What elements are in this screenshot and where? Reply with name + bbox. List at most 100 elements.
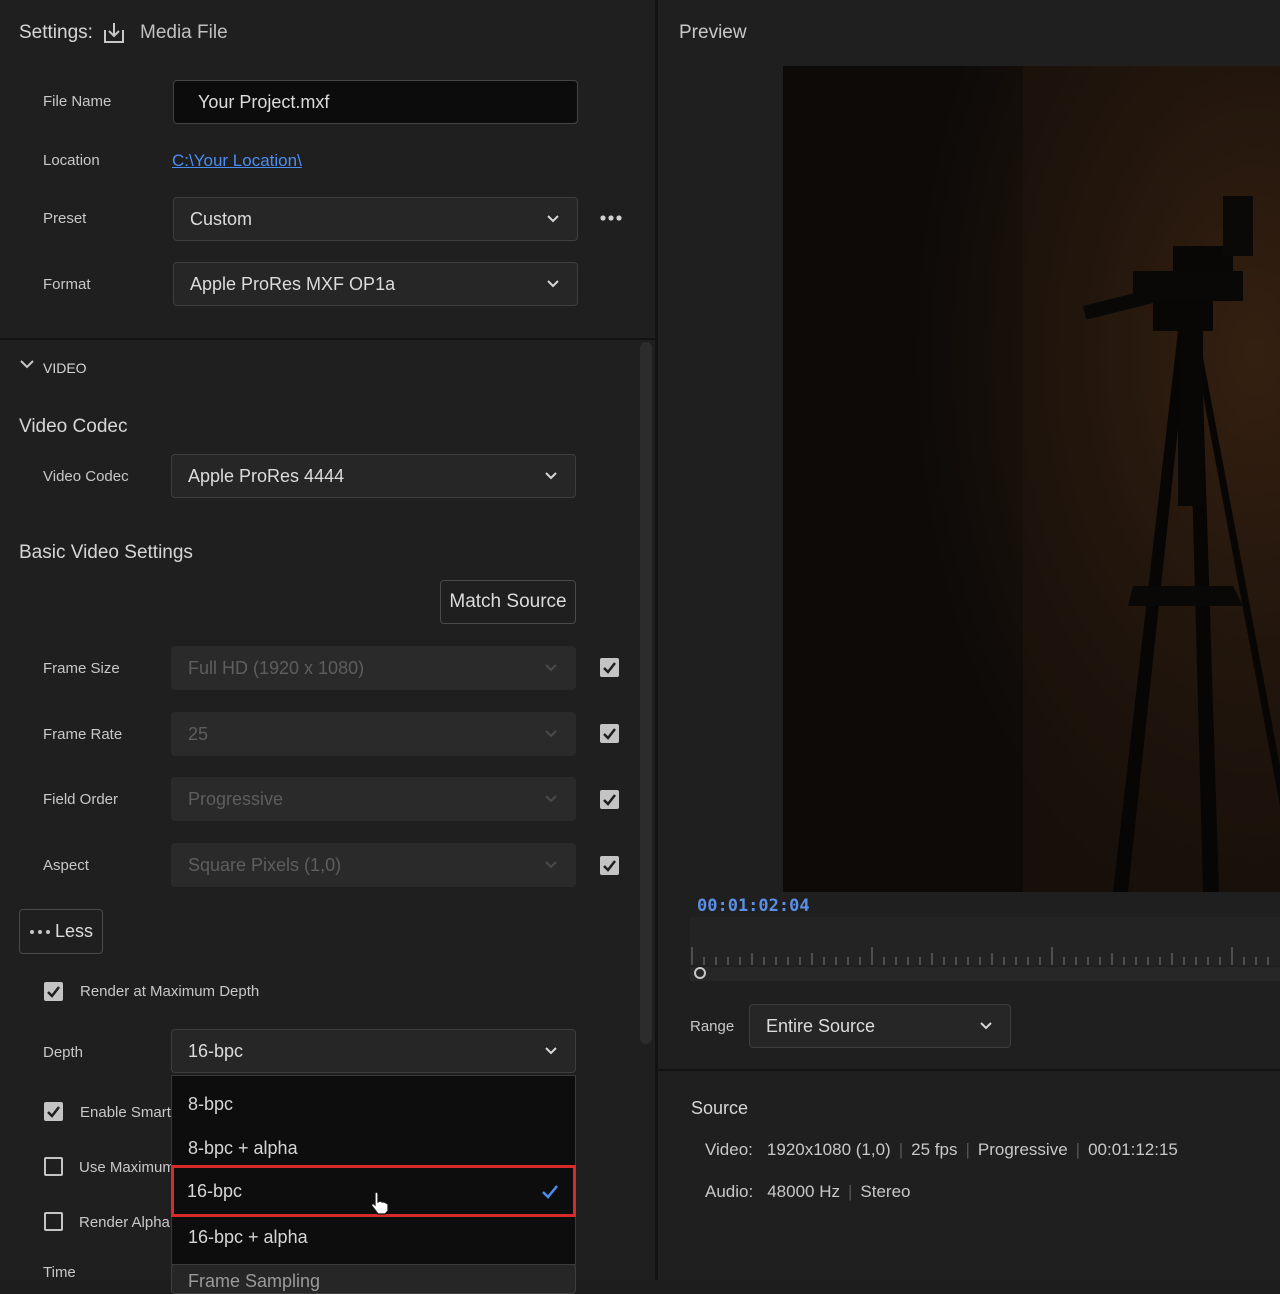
preset-label: Preset	[43, 210, 87, 227]
source-divider	[658, 1069, 1280, 1071]
option-label: 16-bpc + alpha	[188, 1226, 308, 1247]
separator: |	[847, 1182, 853, 1201]
frame-rate-label: Frame Rate	[43, 726, 123, 743]
aspect-label: Aspect	[43, 857, 89, 874]
basic-video-settings-heading: Basic Video Settings	[19, 542, 193, 563]
use-maximum-label: Use Maximum	[79, 1159, 175, 1176]
depth-value: 16-bpc	[188, 1040, 244, 1061]
file-name-label: File Name	[43, 93, 112, 110]
field-order-checkbox[interactable]	[600, 790, 619, 809]
less-button[interactable]: Less	[19, 909, 103, 954]
time-value: Frame Sampling	[188, 1271, 321, 1291]
match-source-button[interactable]: Match Source	[440, 580, 576, 624]
aspect-checkbox[interactable]	[600, 856, 619, 875]
depth-option-16bpc[interactable]: 16-bpc	[171, 1165, 576, 1217]
more-options-icon[interactable]	[599, 210, 625, 226]
aspect-dropdown[interactable]: Square Pixels (1,0)	[171, 843, 576, 887]
video-fps: 25 fps	[911, 1140, 958, 1159]
range-label: Range	[690, 1018, 735, 1035]
preview-label: Preview	[679, 22, 747, 43]
field-order-dropdown[interactable]: Progressive	[171, 777, 576, 821]
video-info-label: Video:	[705, 1140, 753, 1159]
location-label: Location	[43, 152, 100, 169]
depth-label: Depth	[43, 1044, 84, 1061]
video-resolution: 1920x1080 (1,0)	[766, 1140, 891, 1159]
enable-smart-checkbox[interactable]	[44, 1102, 63, 1121]
range-dropdown[interactable]: Entire Source	[749, 1004, 1011, 1048]
media-file-label: Media File	[140, 22, 228, 43]
option-label: 8-bpc + alpha	[188, 1137, 298, 1158]
field-order-label: Field Order	[43, 791, 119, 808]
file-name-value: Your Project.mxf	[198, 91, 330, 112]
format-label: Format	[43, 276, 91, 293]
audio-info-label: Audio:	[705, 1182, 754, 1201]
frame-size-label: Frame Size	[43, 660, 120, 677]
enable-smart-label: Enable Smart	[80, 1104, 171, 1121]
separator: |	[965, 1140, 970, 1159]
aspect-value: Square Pixels (1,0)	[188, 854, 342, 875]
ruler-ticks	[690, 917, 1280, 981]
format-dropdown[interactable]: Apple ProRes MXF OP1a	[173, 262, 578, 306]
section-divider	[0, 338, 655, 340]
timecode-display[interactable]: 00:01:02:04	[697, 896, 810, 916]
video-codec-heading: Video Codec	[19, 416, 128, 437]
depth-dropdown[interactable]: 16-bpc	[171, 1029, 576, 1073]
audio-rate: 48000 Hz	[767, 1182, 840, 1201]
source-video-row: Video: 1920x1080 (1,0) | 25 fps | Progre…	[705, 1140, 1178, 1160]
time-label: Time	[43, 1264, 76, 1281]
chevron-down-icon	[980, 1022, 992, 1030]
less-label: Less	[54, 921, 94, 941]
chevron-down-icon	[547, 280, 559, 288]
option-label: 16-bpc	[187, 1180, 243, 1201]
option-label: 8-bpc	[188, 1093, 234, 1114]
file-name-input[interactable]: Your Project.mxf	[173, 80, 578, 124]
separator: |	[1075, 1140, 1081, 1159]
video-codec-value: Apple ProRes 4444	[188, 465, 345, 486]
separator: |	[898, 1140, 904, 1159]
more-dots-icon	[29, 929, 50, 934]
preset-value: Custom	[190, 208, 253, 229]
tripod-camera-image	[783, 66, 1280, 892]
audio-channels: Stereo	[860, 1182, 911, 1201]
chevron-down-icon	[545, 861, 557, 869]
render-max-depth-label: Render at Maximum Depth	[80, 983, 260, 1000]
render-alpha-label: Render Alpha	[79, 1214, 170, 1231]
format-value: Apple ProRes MXF OP1a	[190, 273, 396, 294]
range-value: Entire Source	[766, 1015, 876, 1036]
frame-size-checkbox[interactable]	[600, 658, 619, 677]
frame-size-dropdown[interactable]: Full HD (1920 x 1080)	[171, 646, 576, 690]
field-order-value: Progressive	[188, 788, 284, 809]
collapse-chevron-icon[interactable]	[19, 357, 35, 373]
video-duration: 00:01:12:15	[1088, 1140, 1178, 1159]
depth-options-menu: 8-bpc 8-bpc + alpha 16-bpc 16-bpc + alph…	[171, 1075, 576, 1265]
render-alpha-checkbox[interactable]	[44, 1212, 63, 1231]
source-title: Source	[691, 1098, 749, 1118]
depth-option-16bpc-alpha[interactable]: 16-bpc + alpha	[172, 1215, 575, 1259]
depth-option-8bpc-alpha[interactable]: 8-bpc + alpha	[172, 1126, 575, 1170]
use-maximum-checkbox[interactable]	[44, 1157, 63, 1176]
timeline-ruler[interactable]	[690, 915, 1280, 983]
depth-option-8bpc[interactable]: 8-bpc	[172, 1082, 575, 1126]
frame-rate-checkbox[interactable]	[600, 724, 619, 743]
location-link[interactable]: C:\Your Location\	[172, 151, 302, 171]
chevron-down-icon	[545, 472, 557, 480]
settings-label: Settings:	[19, 22, 93, 43]
preset-dropdown[interactable]: Custom	[173, 197, 578, 241]
chevron-down-icon	[545, 1047, 557, 1055]
render-max-depth-checkbox[interactable]	[44, 982, 63, 1001]
frame-size-value: Full HD (1920 x 1080)	[188, 657, 365, 678]
source-audio-row: Audio: 48000 Hz | Stereo	[705, 1182, 911, 1202]
chevron-down-icon	[547, 215, 559, 223]
playhead-handle[interactable]	[694, 967, 706, 979]
export-media-icon[interactable]	[102, 21, 126, 45]
time-dropdown[interactable]: Frame Sampling	[171, 1264, 576, 1294]
frame-rate-dropdown[interactable]: 25	[171, 712, 576, 756]
video-section-title[interactable]: VIDEO	[43, 360, 87, 376]
chevron-down-icon	[545, 664, 557, 672]
chevron-down-icon	[545, 730, 557, 738]
settings-scrollbar[interactable]	[640, 342, 652, 1044]
preview-frame	[783, 66, 1280, 892]
checkmark-icon	[542, 1185, 558, 1199]
video-codec-dropdown[interactable]: Apple ProRes 4444	[171, 454, 576, 498]
chevron-down-icon	[545, 795, 557, 803]
